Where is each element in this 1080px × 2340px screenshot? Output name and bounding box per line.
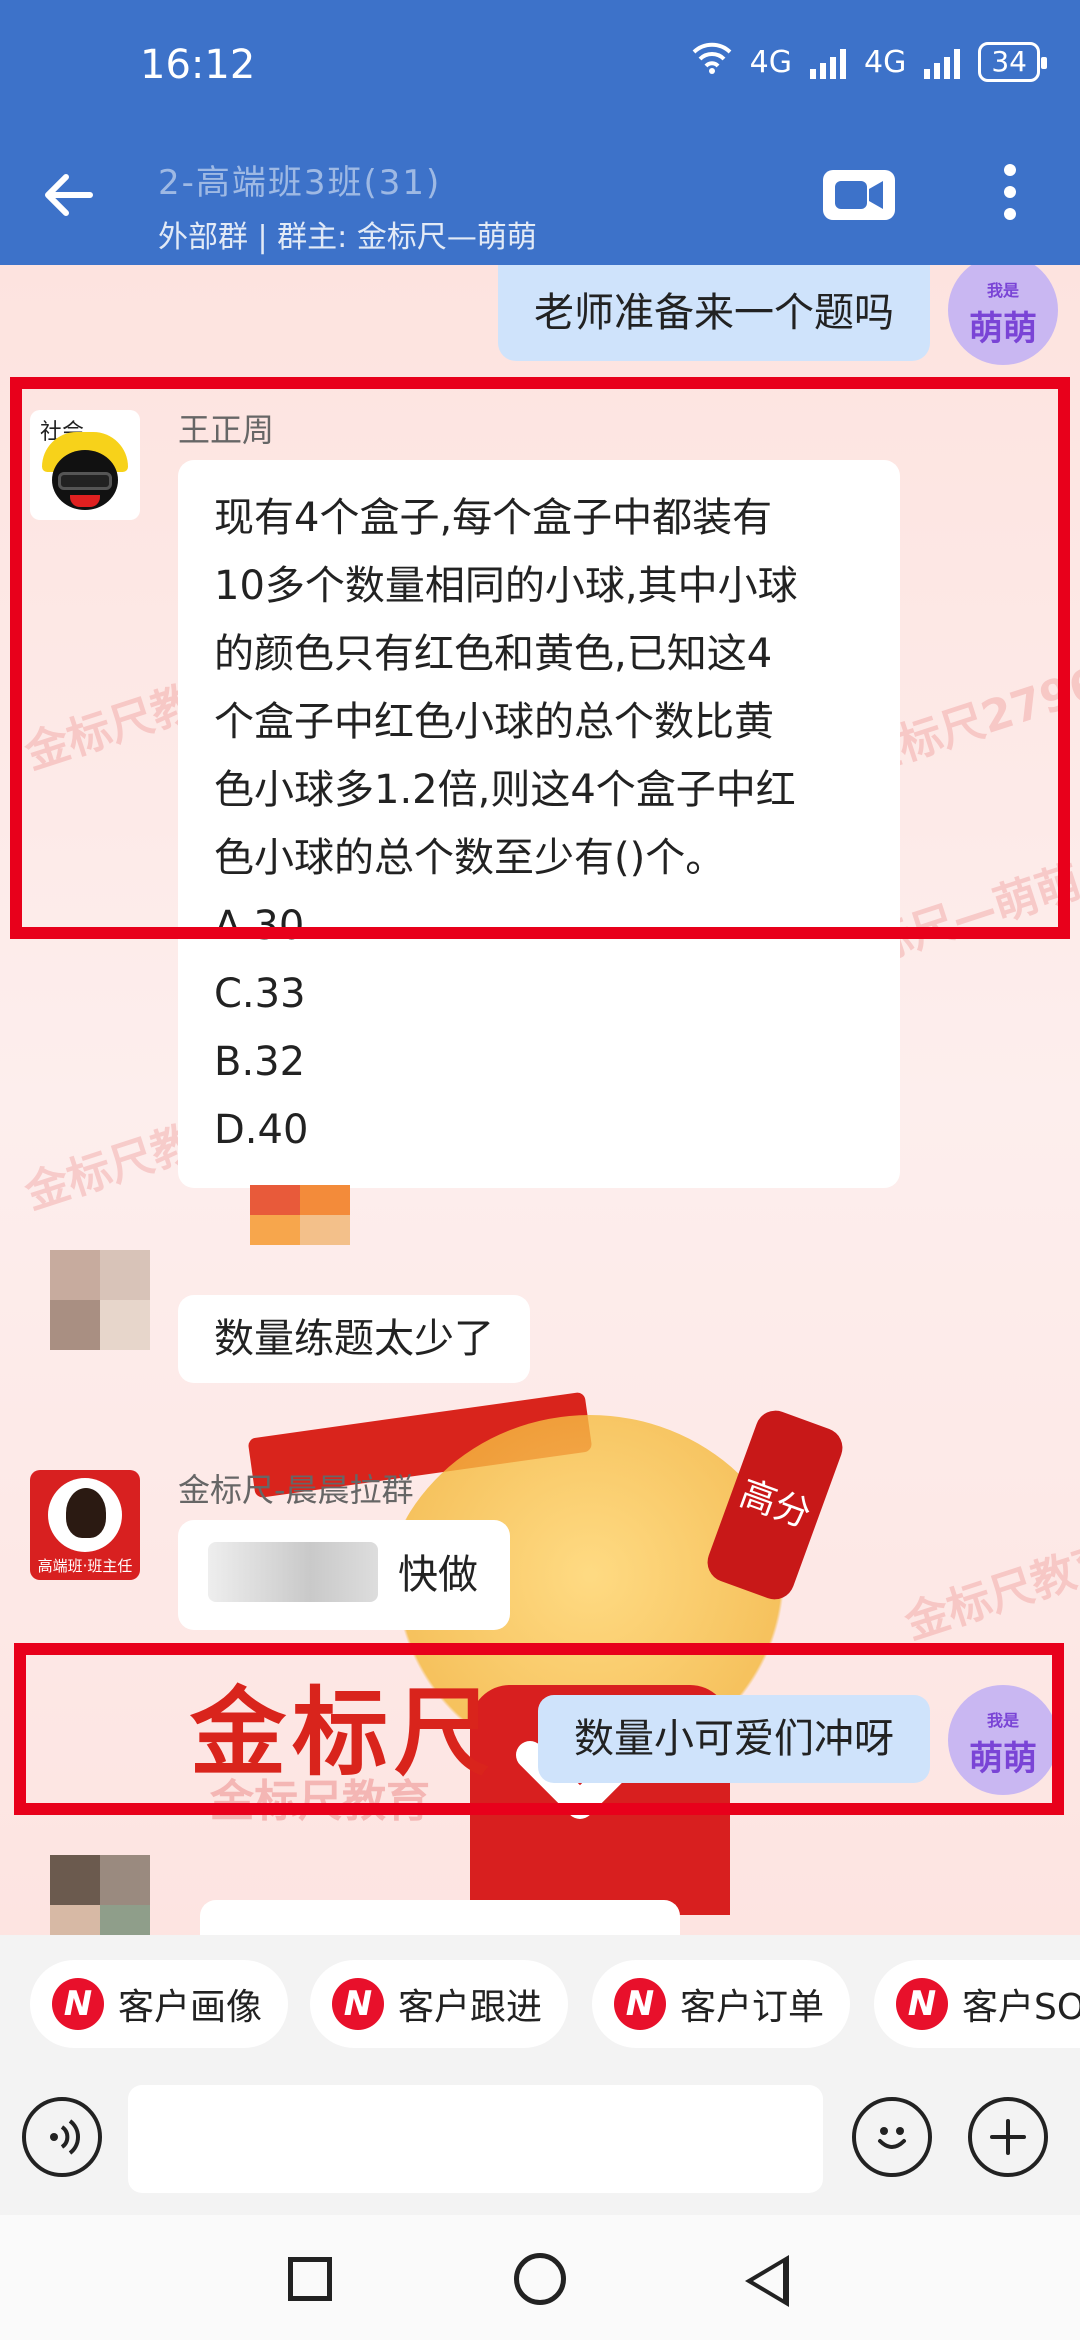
status-icons: 4G 4G 34 bbox=[692, 42, 1047, 82]
quick-action-customer-followup[interactable]: N 客户跟进 bbox=[310, 1960, 569, 2048]
group-subtitle: 外部群 | 群主: 金标尺—萌萌 bbox=[158, 220, 537, 255]
message-text: 数量练题太少了 bbox=[214, 1316, 494, 1362]
network-4g-label-2: 4G bbox=[864, 44, 907, 80]
message-bubble[interactable]: 快做 bbox=[178, 1520, 510, 1630]
sender-avatar-blurred[interactable] bbox=[50, 1250, 150, 1350]
app-header: 16:12 4G 4G 34 2-高端班3班(31) 外部群 | 群主: 金标尺… bbox=[0, 0, 1080, 265]
sender-avatar-blurred[interactable] bbox=[50, 1855, 150, 1935]
quick-action-bar: N 客户画像 N 客户跟进 N 客户订单 N 客户SOP bbox=[0, 1935, 1080, 2075]
message-bubble[interactable]: 数量练题太少了 bbox=[178, 1295, 530, 1383]
back-nav-icon[interactable] bbox=[745, 2255, 789, 2307]
home-nav-icon[interactable] bbox=[514, 2253, 566, 2305]
battery-icon: 34 bbox=[978, 42, 1047, 82]
chip-label: 客户订单 bbox=[680, 1987, 825, 2028]
status-time: 16:12 bbox=[140, 42, 256, 88]
avatar-tag: 我是 bbox=[986, 281, 1019, 300]
system-nav-bar bbox=[0, 2215, 1080, 2340]
avatar-text: 萌萌 bbox=[969, 309, 1037, 349]
option-line: D.40 bbox=[214, 1107, 309, 1153]
chat-area[interactable]: 金标尺教育 金标尺2796 金标尺—萌萌 金标尺教育 金标尺教育 高分 金标尺 … bbox=[0, 265, 1080, 1935]
emoji-icon[interactable] bbox=[852, 2097, 932, 2177]
my-avatar[interactable]: 我是 萌萌 bbox=[948, 265, 1058, 365]
highlight-box-question bbox=[10, 377, 1070, 939]
avatar-caption: 高端班·班主任 bbox=[37, 1557, 133, 1575]
recents-nav-icon[interactable] bbox=[288, 2257, 332, 2301]
voice-icon[interactable] bbox=[22, 2097, 102, 2177]
composer bbox=[0, 2075, 1080, 2215]
battery-level: 34 bbox=[991, 45, 1027, 78]
message-bubble-partial[interactable] bbox=[200, 1900, 680, 1935]
message-text: 老师准备来一个题吗 bbox=[534, 290, 894, 336]
brand-logo-icon: N bbox=[52, 1978, 104, 2030]
brand-logo-icon: N bbox=[896, 1978, 948, 2030]
quick-action-customer-orders[interactable]: N 客户订单 bbox=[592, 1960, 851, 2048]
quick-action-customer-sop[interactable]: N 客户SOP bbox=[874, 1960, 1080, 2048]
chip-label: 客户跟进 bbox=[398, 1987, 543, 2028]
video-call-icon[interactable] bbox=[823, 170, 895, 220]
blurred-mention bbox=[208, 1542, 378, 1602]
sender-avatar[interactable]: 高端班·班主任 bbox=[30, 1470, 140, 1580]
sender-name-blurred bbox=[250, 1185, 350, 1245]
more-vert-icon[interactable] bbox=[1000, 160, 1020, 236]
option-line: B.32 bbox=[214, 1039, 306, 1085]
quick-action-customer-profile[interactable]: N 客户画像 bbox=[30, 1960, 289, 2048]
signal-icon bbox=[810, 45, 847, 79]
poster-bottle-text: 高分 bbox=[734, 1472, 817, 1537]
option-line: C.33 bbox=[214, 971, 306, 1017]
message-input[interactable] bbox=[128, 2085, 823, 2193]
brand-logo-icon: N bbox=[614, 1978, 666, 2030]
message-bubble-mine[interactable]: 老师准备来一个题吗 bbox=[498, 265, 930, 361]
plus-icon[interactable] bbox=[968, 2097, 1048, 2177]
message-text: 快做 bbox=[398, 1552, 478, 1598]
back-arrow-icon[interactable] bbox=[40, 165, 100, 236]
brand-logo-icon: N bbox=[332, 1978, 384, 2030]
chip-label: 客户SOP bbox=[962, 1987, 1080, 2028]
group-title: 2-高端班3班(31) bbox=[158, 163, 442, 203]
highlight-box-reply bbox=[14, 1643, 1064, 1815]
network-4g-label: 4G bbox=[749, 44, 793, 80]
watermark: 金标尺教育 bbox=[898, 1533, 1080, 1650]
signal-icon-2 bbox=[924, 45, 961, 79]
chip-label: 客户画像 bbox=[118, 1987, 263, 2028]
sender-name: 金标尺-晨晨拉群 bbox=[178, 1471, 414, 1509]
wifi-icon bbox=[692, 42, 732, 82]
